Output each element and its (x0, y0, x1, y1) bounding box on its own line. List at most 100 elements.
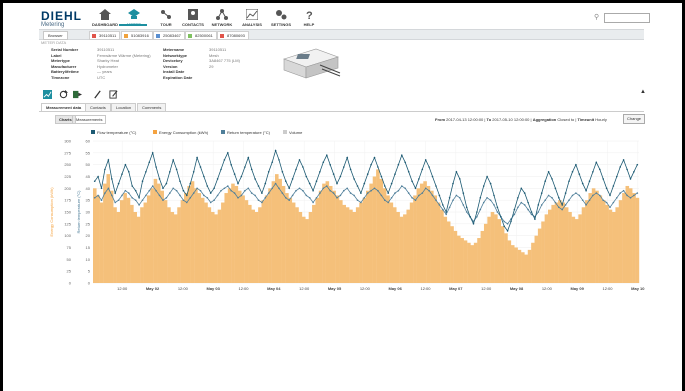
return-temp-line-point (196, 187, 198, 190)
return-temp-line-point (332, 192, 335, 194)
flow-temp-line-point (151, 152, 154, 154)
energy-bar (224, 193, 229, 283)
energy-bar (561, 202, 566, 283)
nav-label: TOUR (160, 22, 172, 27)
return-temp-line-point (271, 187, 273, 190)
flow-temp-line-point (213, 187, 215, 190)
energy-bar (359, 202, 363, 283)
legend-label[interactable]: Return temperature (°C) (227, 130, 271, 135)
legend-label[interactable]: Flow temperature (°C) (97, 130, 137, 135)
flow-temp-line-point (182, 189, 185, 192)
return-temp-line-point (605, 201, 608, 204)
tab-measurement-data[interactable]: Measurement data (41, 103, 87, 111)
flow-temp-line-point (349, 168, 352, 171)
search-input[interactable] (604, 13, 650, 23)
x-tick: 12:00 (542, 286, 553, 291)
y-right-tick: 45 (86, 174, 91, 179)
tab-location[interactable]: Location (111, 103, 137, 111)
nav-settings[interactable]: SETTINGS (266, 9, 296, 27)
return-temp-line-point (145, 194, 147, 197)
return-temp-line-point (172, 187, 174, 190)
flow-temp-line-point (435, 185, 437, 187)
network-icon (216, 9, 228, 20)
x-tick: 12:00 (360, 286, 371, 291)
nav-network[interactable]: NETWORK (207, 9, 237, 27)
energy-bar (433, 195, 437, 283)
y-left-tick: 200 (64, 186, 71, 191)
return-temp-line-point (155, 189, 157, 192)
legend-label[interactable]: Energy Consumption (kWh) (159, 130, 209, 135)
energy-bar (581, 207, 586, 283)
meter-tab[interactable]: 25083467 (153, 31, 185, 40)
note-icon[interactable] (109, 90, 118, 99)
return-temp-line-point (612, 201, 615, 204)
nav-tour[interactable]: TOUR (151, 9, 181, 27)
return-temp-line-point (363, 197, 366, 199)
nav-label: DASHBOARD (92, 22, 118, 27)
nav-analysis[interactable]: ANALYSIS (237, 9, 267, 27)
nav-dashboard[interactable]: DASHBOARD (90, 9, 120, 27)
flow-temp-line-point (442, 204, 444, 206)
field-label: Label (51, 52, 62, 58)
legend-swatch[interactable] (153, 130, 157, 134)
legend-label[interactable]: Volume (289, 130, 303, 135)
flow-temp-line-point (609, 194, 611, 197)
nav-contacts[interactable]: CONTACTS (178, 9, 208, 27)
flow-temp-line-point (616, 175, 618, 178)
flow-temp-line-point (329, 163, 332, 166)
tab-color-icon[interactable] (220, 33, 224, 38)
tab-color-icon[interactable] (188, 33, 192, 38)
tab-color-icon[interactable] (156, 33, 160, 38)
energy-bar (194, 188, 198, 283)
field-label: Timezone (51, 74, 70, 80)
flow-temp-line-point (493, 194, 495, 197)
meter-tab[interactable]: 39110511 (89, 31, 121, 40)
x-tick: 12:00 (178, 286, 189, 291)
return-temp-line-point (257, 199, 260, 201)
tab-color-icon[interactable] (124, 33, 128, 38)
flow-temp-line-point (247, 156, 250, 159)
tab-contacts[interactable]: Contacts (85, 103, 111, 111)
return-temp-line-point (394, 192, 396, 194)
collapse-icon[interactable]: ▲ (640, 89, 646, 95)
return-temp-line-point (602, 199, 604, 201)
device-image (283, 48, 341, 79)
flow-temp-line-point (510, 220, 512, 223)
meter-tab[interactable]: 51083916 (121, 31, 153, 40)
search-icon[interactable]: ⚲ (594, 13, 599, 21)
x-tick: May 08 (510, 286, 524, 291)
change-button[interactable]: Change (623, 114, 646, 124)
meter-tab[interactable]: 87080693 (217, 31, 249, 40)
flow-temp-line-point (114, 192, 116, 194)
browser-button[interactable]: Browser (43, 31, 68, 40)
nav-active-indicator (119, 24, 147, 26)
edit-icon[interactable] (93, 90, 102, 99)
section-label: METER DATA (41, 40, 67, 45)
return-temp-line-point (244, 189, 246, 192)
return-temp-line-point (476, 215, 478, 218)
return-temp-line-point (158, 194, 161, 197)
nav-help[interactable]: ? HELP (294, 9, 324, 27)
return-temp-line-point (493, 204, 495, 206)
legend-swatch[interactable] (91, 130, 95, 134)
tab-comments[interactable]: Comments (137, 103, 167, 111)
flow-temp-line-point (305, 175, 308, 178)
return-temp-line-point (489, 199, 492, 201)
flow-temp-line-point (121, 173, 123, 175)
flow-temp-line-point (612, 185, 615, 187)
legend-swatch[interactable] (283, 130, 287, 134)
refresh-icon[interactable] (59, 90, 68, 99)
tab-color-icon[interactable] (92, 33, 96, 38)
field-label: Version (163, 63, 178, 69)
export-icon[interactable] (73, 90, 82, 99)
return-temp-line-point (588, 199, 591, 201)
chart-icon[interactable] (43, 90, 52, 99)
meter-tab[interactable]: 82500061 (185, 31, 217, 40)
return-temp-line-point (564, 204, 567, 206)
flow-temp-line-point (537, 204, 540, 206)
flow-temp-line-point (561, 204, 563, 206)
legend-swatch[interactable] (221, 130, 225, 134)
energy-bar (214, 214, 218, 283)
measurements-toggle[interactable]: Measurements (72, 115, 107, 124)
return-temp-line-point (568, 199, 570, 201)
